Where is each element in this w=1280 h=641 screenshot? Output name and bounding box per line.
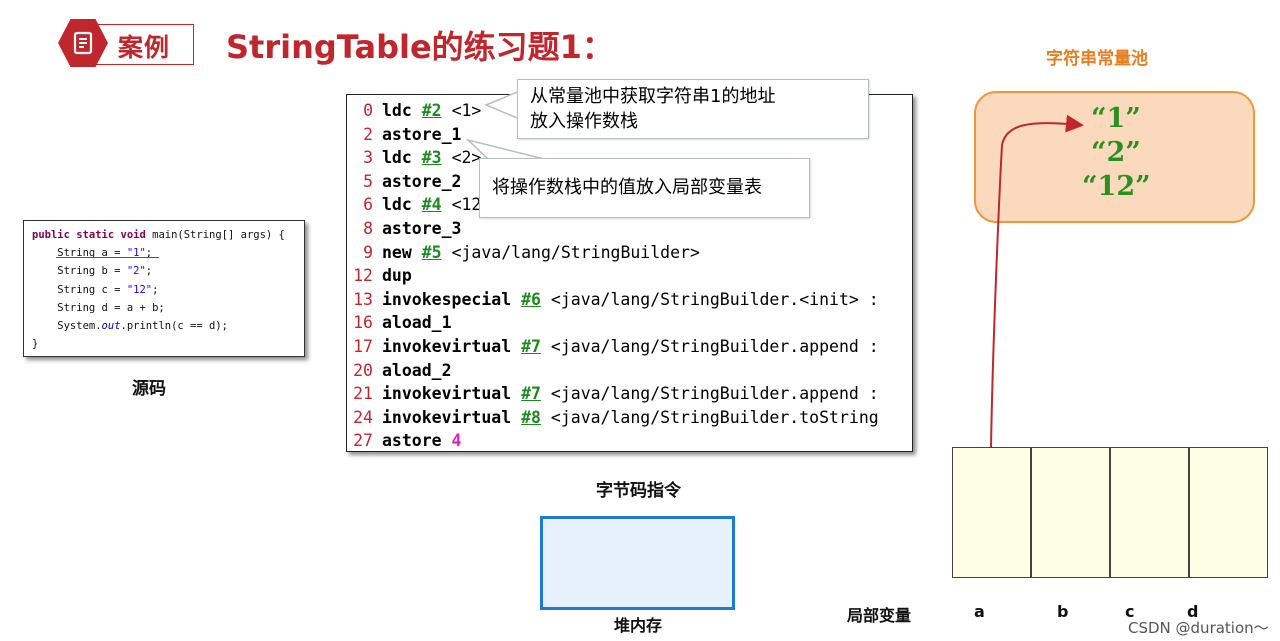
bytecode-line: 12 dup: [347, 264, 912, 288]
bytecode-opcode: dup: [382, 266, 412, 286]
local-slot-d: [1189, 447, 1268, 578]
string-pool-title: 字符串常量池: [1046, 49, 1148, 69]
bytecode-offset: 5: [363, 171, 373, 191]
pool-string-12: “12”: [1082, 171, 1151, 202]
bytecode-opcode: invokevirtual: [382, 336, 512, 356]
bytecode-line: 16 aload_1: [347, 311, 912, 335]
bytecode-offset: 20: [353, 360, 373, 380]
callout-ldc: 从常量池中获取字符串1的地址 放入操作数栈: [517, 79, 869, 139]
constant-pool-ref[interactable]: #7: [521, 384, 541, 403]
bytecode-line: 27 astore 4: [347, 429, 912, 451]
local-label-a: a: [974, 602, 985, 621]
source-line: public static void main(String[] args) {: [32, 229, 285, 241]
bytecode-offset: 3: [363, 148, 373, 168]
bytecode-line: 9 new #5 <java/lang/StringBuilder>: [347, 241, 912, 265]
bytecode-line: 13 invokespecial #6 <java/lang/StringBuil…: [347, 288, 912, 312]
bytecode-offset: 13: [353, 289, 373, 309]
bytecode-argument: <java/lang/StringBuilder.append :: [550, 336, 879, 356]
watermark: CSDN @duration～: [1128, 619, 1269, 637]
bytecode-offset: 0: [363, 101, 373, 120]
bytecode-opcode: aload_2: [382, 360, 452, 380]
bytecode-line: 20 aload_2: [347, 359, 912, 383]
bytecode-argument: <java/lang/StringBuilder.<init> :: [550, 289, 879, 309]
bytecode-offset: 17: [353, 336, 373, 356]
constant-pool-ref[interactable]: #5: [422, 243, 442, 262]
bytecode-opcode: astore_2: [382, 171, 462, 191]
slide-title: StringTable的练习题1：: [226, 28, 614, 66]
bytecode-line: 17 invokevirtual #7 <java/lang/StringBuil…: [347, 335, 912, 359]
constant-pool-ref[interactable]: #6: [521, 290, 541, 309]
pool-string-2: “2”: [1091, 137, 1141, 168]
bytecode-line: 8 astore_3: [347, 217, 912, 241]
local-index: 4: [451, 431, 462, 451]
bytecode-opcode: invokevirtual: [382, 384, 512, 404]
local-slot-a: [952, 447, 1031, 578]
callout-astore-text: 将操作数栈中的值放入局部变量表: [492, 177, 762, 198]
constant-pool-ref[interactable]: #2: [422, 101, 442, 120]
bytecode-offset: 2: [363, 124, 373, 144]
locals-caption: 局部变量: [847, 606, 912, 625]
callout-astore: 将操作数栈中的值放入局部变量表: [479, 158, 810, 218]
source-line: String d = a + b;: [32, 301, 165, 314]
local-slot-c: [1110, 447, 1189, 578]
case-badge-label: 案例: [118, 33, 171, 62]
bytecode-line: 24 invokevirtual #8 <java/lang/StringBuil…: [347, 406, 912, 430]
bytecode-caption: 字节码指令: [596, 481, 681, 501]
bytecode-argument: <java/lang/StringBuilder.toString: [550, 407, 879, 427]
callout-ldc-line1: 从常量池中获取字符串1的地址: [530, 86, 776, 107]
bytecode-opcode: astore: [382, 431, 442, 451]
constant-pool-ref[interactable]: #8: [521, 408, 541, 427]
bytecode-opcode: ldc: [382, 148, 412, 168]
heap-memory-box: [540, 516, 735, 610]
bytecode-offset: 8: [363, 218, 373, 238]
bytecode-offset: 12: [353, 266, 373, 286]
callout-ldc-line2: 放入操作数栈: [530, 111, 638, 132]
bytecode-offset: 9: [363, 242, 373, 262]
bytecode-opcode: invokevirtual: [382, 407, 512, 427]
bytecode-opcode: new: [382, 242, 412, 262]
constant-pool-ref[interactable]: #4: [422, 195, 442, 214]
local-slot-b: [1031, 447, 1110, 578]
source-code-panel: public static void main(String[] args) {…: [23, 220, 305, 357]
document-icon: [73, 31, 93, 55]
bytecode-offset: 16: [353, 313, 373, 333]
bytecode-opcode: ldc: [382, 101, 412, 120]
pool-string-1: “1”: [1091, 103, 1141, 134]
bytecode-opcode: astore_1: [382, 124, 462, 144]
bytecode-offset: 27: [353, 431, 373, 451]
source-caption: 源码: [132, 379, 166, 399]
bytecode-argument: <java/lang/StringBuilder.append :: [550, 384, 879, 404]
heap-caption: 堆内存: [614, 616, 663, 635]
bytecode-opcode: aload_1: [382, 313, 452, 333]
bytecode-opcode: ldc: [382, 195, 412, 215]
source-line: String a = "1";: [32, 247, 153, 260]
constant-pool-ref[interactable]: #3: [422, 148, 442, 167]
bytecode-offset: 24: [353, 407, 373, 427]
source-line: String b = "2";: [32, 265, 153, 278]
source-line: System.out.println(c == d);: [32, 319, 228, 332]
bytecode-opcode: invokespecial: [382, 289, 512, 309]
highlight-underline: [56, 257, 159, 258]
local-label-b: b: [1057, 602, 1069, 621]
bytecode-argument: <java/lang/StringBuilder>: [451, 242, 700, 262]
source-line: }: [32, 338, 39, 351]
bytecode-opcode: astore_3: [382, 218, 462, 238]
bytecode-offset: 6: [363, 195, 373, 215]
source-line: String c = "12";: [32, 283, 159, 296]
constant-pool-ref[interactable]: #7: [521, 337, 541, 356]
bytecode-offset: 21: [353, 384, 373, 404]
bytecode-line: 21 invokevirtual #7 <java/lang/StringBuil…: [347, 382, 912, 406]
